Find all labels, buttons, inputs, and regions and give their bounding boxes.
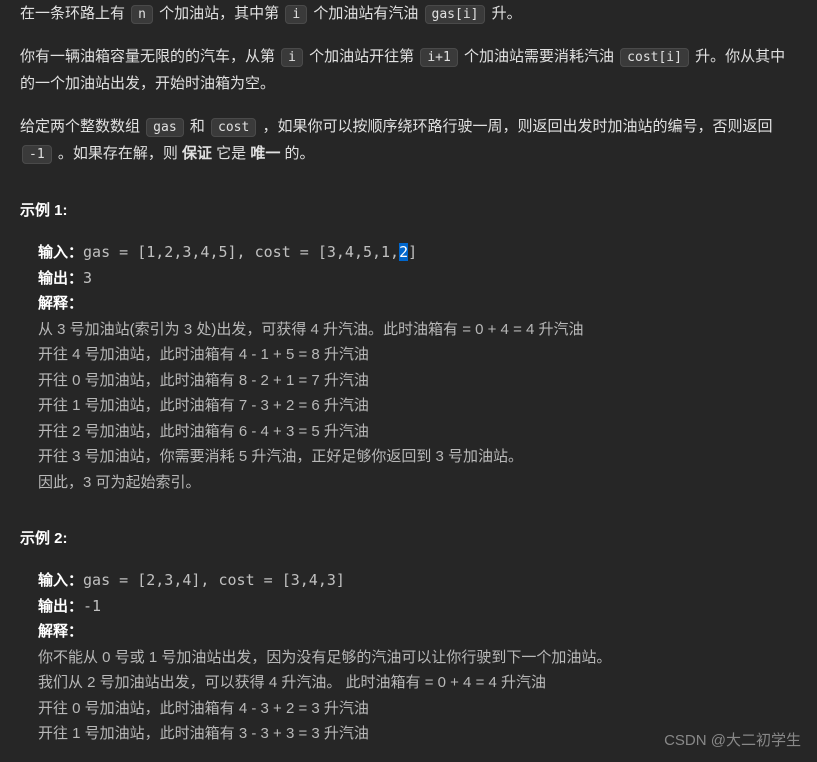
example-1-output-line: 输出：3 <box>38 266 797 292</box>
output-value: -1 <box>83 597 101 615</box>
text: 你有一辆油箱容量无限的的汽车，从第 <box>20 48 279 65</box>
code-cost-i: cost[i] <box>620 48 689 67</box>
text: 在一条环路上有 <box>20 5 129 22</box>
example-2-explain-label: 解释： <box>38 619 797 645</box>
explain-line: 开往 2 号加油站，此时油箱有 6 - 4 + 3 = 5 升汽油 <box>38 419 797 445</box>
code-gas: gas <box>146 118 183 137</box>
explain-line: 开往 4 号加油站，此时油箱有 4 - 1 + 5 = 8 升汽油 <box>38 342 797 368</box>
text: 个加油站，其中第 <box>155 5 283 22</box>
explain-line: 你不能从 0 号或 1 号加油站出发，因为没有足够的汽油可以让你行驶到下一个加油… <box>38 645 797 671</box>
problem-description: 在一条环路上有 n 个加油站，其中第 i 个加油站有汽油 gas[i] 升。 你… <box>20 0 797 747</box>
text: 和 <box>186 118 209 135</box>
example-2-block: 输入：gas = [2,3,4], cost = [3,4,3] 输出：-1 解… <box>38 568 797 747</box>
bold-guarantee: 保证 <box>182 145 212 162</box>
example-1-input-line: 输入：gas = [1,2,3,4,5], cost = [3,4,5,1,2] <box>38 240 797 266</box>
input-label: 输入： <box>38 244 83 261</box>
example-2-heading: 示例 2: <box>20 525 797 552</box>
text: gas = [1,2,3,4,5], cost = [3,4,5,1, <box>83 243 399 261</box>
explain-label: 解释： <box>38 295 83 312</box>
text: 的。 <box>280 145 314 162</box>
explain-line: 因此，3 可为起始索引。 <box>38 470 797 496</box>
text: 它是 <box>212 145 250 162</box>
example-2-input-line: 输入：gas = [2,3,4], cost = [3,4,3] <box>38 568 797 594</box>
explain-line: 开往 0 号加油站，此时油箱有 4 - 3 + 2 = 3 升汽油 <box>38 696 797 722</box>
code-gas-i: gas[i] <box>425 5 486 24</box>
output-label: 输出： <box>38 598 83 615</box>
paragraph-1: 在一条环路上有 n 个加油站，其中第 i 个加油站有汽油 gas[i] 升。 <box>20 0 797 27</box>
text: ] <box>408 243 417 261</box>
input-value: gas = [1,2,3,4,5], cost = [3,4,5,1,2] <box>83 243 417 261</box>
code-cost: cost <box>211 118 256 137</box>
example-1-heading: 示例 1: <box>20 197 797 224</box>
text: 个加油站有汽油 <box>309 5 422 22</box>
explain-line: 开往 3 号加油站，你需要消耗 5 升汽油，正好足够你返回到 3 号加油站。 <box>38 444 797 470</box>
selected-text: 2 <box>399 243 408 261</box>
paragraph-2: 你有一辆油箱容量无限的的汽车，从第 i 个加油站开往第 i+1 个加油站需要消耗… <box>20 43 797 97</box>
explain-line: 从 3 号加油站(索引为 3 处)出发，可获得 4 升汽油。此时油箱有 = 0 … <box>38 317 797 343</box>
explain-line: 开往 1 号加油站，此时油箱有 7 - 3 + 2 = 6 升汽油 <box>38 393 797 419</box>
text: 升。 <box>487 5 521 22</box>
example-1-explain-label: 解释： <box>38 291 797 317</box>
output-value: 3 <box>83 269 92 287</box>
explain-label: 解释： <box>38 623 83 640</box>
text: 个加油站需要消耗汽油 <box>460 48 618 65</box>
code-i: i <box>281 48 303 67</box>
code-n: n <box>131 5 153 24</box>
text: ，如果你可以按顺序绕环路行驶一周，则返回出发时加油站的编号，否则返回 <box>258 118 772 135</box>
explain-line: 我们从 2 号加油站出发，可以获得 4 升汽油。 此时油箱有 = 0 + 4 =… <box>38 670 797 696</box>
example-1-block: 输入：gas = [1,2,3,4,5], cost = [3,4,5,1,2]… <box>38 240 797 495</box>
paragraph-3: 给定两个整数数组 gas 和 cost ，如果你可以按顺序绕环路行驶一周，则返回… <box>20 113 797 167</box>
text: 给定两个整数数组 <box>20 118 144 135</box>
example-2-output-line: 输出：-1 <box>38 594 797 620</box>
watermark: CSDN @大二初学生 <box>664 727 801 754</box>
code-neg-1: -1 <box>22 145 52 164</box>
output-label: 输出： <box>38 270 83 287</box>
code-i-plus-1: i+1 <box>420 48 457 67</box>
input-label: 输入： <box>38 572 83 589</box>
input-value: gas = [2,3,4], cost = [3,4,3] <box>83 571 345 589</box>
bold-unique: 唯一 <box>250 145 280 162</box>
text: 个加油站开往第 <box>305 48 418 65</box>
code-i: i <box>285 5 307 24</box>
explain-line: 开往 0 号加油站，此时油箱有 8 - 2 + 1 = 7 升汽油 <box>38 368 797 394</box>
text: 。如果存在解，则 <box>54 145 182 162</box>
